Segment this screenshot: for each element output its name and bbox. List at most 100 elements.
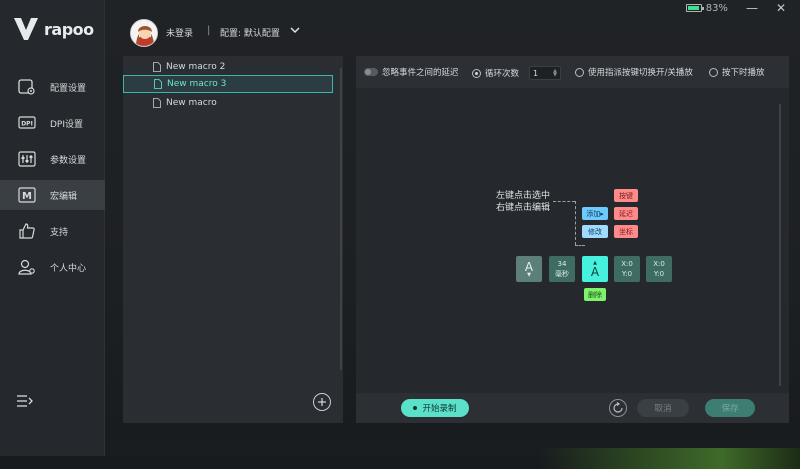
sidebar-item-label: 参数设置: [50, 155, 87, 166]
v-logo-icon: [14, 18, 38, 40]
toggle-by-key-option[interactable]: 使用指派按键切换开/关播放: [575, 66, 693, 78]
editor-scrollbar[interactable]: [779, 104, 781, 386]
macro-editor-panel: 忽略事件之间的延迟 循环次数 1 ▲ ▼ 使用指派按键切换开/关播放 按下时播放: [356, 56, 789, 423]
start-record-button[interactable]: 开始录制: [401, 399, 469, 417]
loop-count-option[interactable]: 循环次数 1 ▲ ▼: [472, 66, 562, 80]
avatar-face-icon: [131, 20, 157, 46]
loop-count-stepper[interactable]: 1 ▲ ▼: [529, 66, 562, 80]
rapoo-logo: rapoo: [14, 18, 94, 40]
user-gear-icon: [18, 259, 36, 275]
macro-list-item[interactable]: New macro 2: [123, 58, 333, 76]
file-icon: [153, 98, 161, 108]
delay-unit: 毫秒: [555, 270, 569, 278]
loop-count-label: 循环次数: [485, 69, 520, 79]
modify-chip[interactable]: 修改: [582, 225, 608, 238]
dpi-icon: DPI: [18, 115, 36, 131]
battery-indicator: 83%: [685, 2, 728, 14]
collapse-menu-icon[interactable]: [16, 394, 34, 408]
delay-event[interactable]: 34 毫秒: [549, 256, 575, 282]
close-button[interactable]: ✕: [776, 2, 786, 14]
insert-delay-chip[interactable]: 延迟: [614, 207, 638, 220]
insert-key-chip[interactable]: 按键: [614, 189, 638, 202]
reset-button[interactable]: [609, 399, 627, 417]
key-down-arrow-icon: ▼: [527, 271, 531, 278]
battery-icon: [685, 4, 704, 12]
macro-name: New macro: [166, 98, 217, 108]
cancel-button[interactable]: 取消: [637, 399, 689, 417]
plus-icon: [318, 398, 326, 406]
pos-y: Y:0: [653, 270, 665, 278]
logo-text: rapoo: [44, 19, 94, 39]
mouse-position-event[interactable]: X:0 Y:0: [646, 256, 672, 282]
pos-y: Y:0: [621, 270, 633, 278]
mouse-settings-icon: [18, 79, 36, 95]
toggle-by-key-radio[interactable]: [575, 67, 584, 77]
sidebar-item-macro[interactable]: M 宏编辑: [0, 180, 105, 210]
sidebar-item-support[interactable]: 支持: [0, 216, 105, 246]
add-macro-button[interactable]: [313, 393, 331, 411]
hint-connector: [575, 201, 576, 245]
ignore-delay-option[interactable]: 忽略事件之间的延迟: [364, 66, 459, 78]
sidebar-item-label: 支持: [50, 227, 69, 238]
refresh-icon: [613, 402, 623, 413]
key-letter: A: [590, 264, 600, 279]
delay-value: 34: [557, 260, 567, 268]
add-chip[interactable]: 添加▸: [582, 207, 608, 220]
loop-count-value: 1: [533, 68, 539, 78]
delete-chip[interactable]: 删除: [584, 288, 606, 301]
file-icon: [154, 79, 162, 89]
toggle-by-key-label: 使用指派按键切换开/关播放: [588, 68, 693, 78]
play-while-pressed-label: 按下时播放: [722, 68, 765, 78]
macro-name: New macro 3: [167, 79, 227, 89]
battery-percent: 83%: [705, 2, 728, 14]
hint-right-click: 右键点击编辑: [496, 203, 551, 213]
hint-connector: [575, 245, 585, 246]
edit-hint: 左键点击选中 右键点击编辑: [496, 190, 550, 214]
sidebar-item-label: 宏编辑: [50, 191, 78, 202]
pos-x: X:0: [653, 260, 665, 268]
macro-list-scrollbar[interactable]: [340, 68, 342, 370]
hint-connector: [553, 201, 575, 202]
svg-text:M: M: [22, 191, 32, 202]
pos-x: X:0: [621, 260, 633, 268]
sidebar-item-profile[interactable]: 个人中心: [0, 252, 105, 282]
save-button[interactable]: 保存: [705, 399, 755, 417]
config-selector-label[interactable]: 配置: 默认配置: [220, 26, 280, 39]
play-while-pressed-radio[interactable]: [709, 67, 718, 77]
sidebar-item-config[interactable]: 配置设置: [0, 72, 105, 102]
hint-left-click: 左键点击选中: [496, 191, 551, 201]
stepper-arrows-icon[interactable]: ▲ ▼: [553, 69, 557, 78]
insert-coord-chip[interactable]: 坐标: [614, 225, 638, 238]
svg-text:DPI: DPI: [21, 121, 33, 128]
sliders-icon: [18, 151, 36, 167]
app-window: 83% — ✕ rapoo 配置设置 DPI DPI设置 参数设置 M 宏编辑 …: [0, 0, 800, 469]
avatar[interactable]: [130, 19, 158, 47]
macro-list-item-selected[interactable]: New macro 3: [123, 75, 333, 93]
sidebar: rapoo 配置设置 DPI DPI设置 参数设置 M 宏编辑 支持 个人中心: [0, 0, 105, 456]
sidebar-item-label: 配置设置: [50, 83, 87, 94]
header-separator: |: [207, 25, 211, 36]
macro-list-item[interactable]: New macro: [123, 94, 333, 112]
ignore-delay-toggle[interactable]: [364, 68, 378, 76]
ignore-delay-label: 忽略事件之间的延迟: [382, 68, 459, 78]
sidebar-item-dpi[interactable]: DPI DPI设置: [0, 108, 105, 138]
loop-count-radio[interactable]: [472, 68, 481, 78]
play-while-pressed-option[interactable]: 按下时播放: [709, 66, 765, 78]
macro-options-toolbar: 忽略事件之间的延迟 循环次数 1 ▲ ▼ 使用指派按键切换开/关播放 按下时播放: [356, 56, 789, 88]
minimize-button[interactable]: —: [746, 2, 758, 14]
file-icon: [153, 62, 161, 72]
sidebar-item-label: DPI设置: [50, 119, 84, 130]
sidebar-item-params[interactable]: 参数设置: [0, 144, 105, 174]
chevron-down-icon[interactable]: [290, 26, 300, 34]
window-top-bar: 83% — ✕: [0, 0, 800, 16]
record-label: 开始录制: [422, 404, 457, 414]
macro-list-panel: New macro 2 New macro 3 New macro: [123, 56, 343, 423]
key-up-event-selected[interactable]: ▲ A: [582, 256, 608, 282]
macro-name: New macro 2: [166, 62, 226, 72]
key-down-event[interactable]: A ▼: [516, 256, 542, 282]
thumbs-up-icon: [18, 223, 36, 239]
login-status[interactable]: 未登录: [166, 26, 193, 39]
sidebar-item-label: 个人中心: [50, 263, 87, 274]
mouse-position-event[interactable]: X:0 Y:0: [614, 256, 640, 282]
key-letter: A: [524, 259, 534, 274]
